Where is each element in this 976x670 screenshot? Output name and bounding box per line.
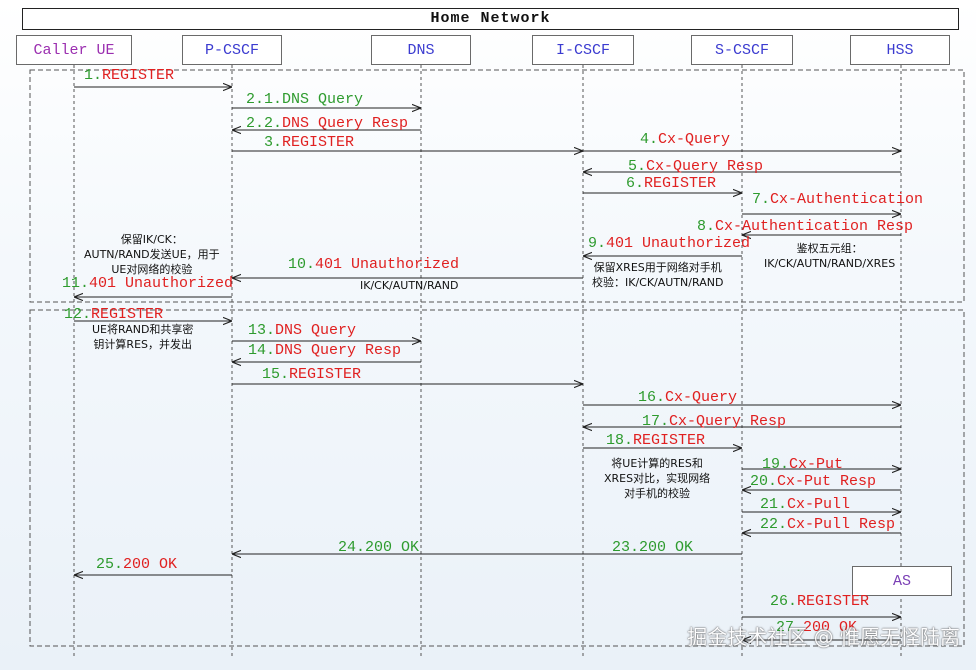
msg-label-15: 15.REGISTER (262, 366, 362, 383)
note-ik-ck-autn-rand: IK/CK/AUTN/RAND (360, 279, 459, 292)
msg-label-19: 19.Cx-Put (762, 456, 844, 473)
msg-label-24: 24.200 OK (338, 539, 420, 556)
msg-label-22: 22.Cx-Pull Resp (760, 516, 896, 533)
msg-label-25: 25.200 OK (96, 556, 178, 573)
diagram-title: Home Network (22, 8, 959, 30)
actor-p-cscf: P-CSCF (182, 35, 282, 65)
msg-label-21: 21.Cx-Pull (760, 496, 851, 513)
msg-label-2-1: 2.1.DNS Query (246, 91, 364, 108)
actor-caller-ue: Caller UE (16, 35, 132, 65)
msg-label-5: 5.Cx-Query Resp (628, 158, 764, 175)
actor-hss: HSS (850, 35, 950, 65)
note-ue-calc-res: UE将RAND和共享密 钥计算RES，并发出 (92, 323, 194, 351)
msg-label-6: 6.REGISTER (626, 175, 717, 192)
note-icscf-keep-xres: 保留XRES用于网络对手机 校验：IK/CK/AUTN/RAND (592, 261, 724, 289)
watermark: 掘金技术社区 @ 惟愿无怪陆离 (687, 625, 960, 649)
msg-label-17: 17.Cx-Query Resp (642, 413, 787, 430)
msg-label-18: 18.REGISTER (606, 432, 706, 449)
msg-label-7: 7.Cx-Authentication (752, 191, 924, 208)
msg-label-10: 10.401 Unauthorized (288, 256, 460, 273)
actor-as: AS (852, 566, 952, 596)
msg-label-26: 26.REGISTER (770, 593, 870, 610)
note-auth-vector: 鉴权五元组： IK/CK/AUTN/RAND/XRES (764, 242, 896, 270)
msg-label-8: 8.Cx-Authentication Resp (697, 218, 914, 235)
msg-label-2-2: 2.2.DNS Query Resp (246, 115, 409, 132)
msg-label-9: 9.401 Unauthorized (588, 235, 751, 252)
msg-label-23: 23.200 OK (612, 539, 694, 556)
actor-i-cscf: I-CSCF (532, 35, 634, 65)
note-compare-res-xres: 将UE计算的RES和 XRES对比，实现网络 对手机的校验 (604, 457, 711, 500)
msg-label-4: 4.Cx-Query (640, 131, 731, 148)
msg-label-11: 11.401 Unauthorized (62, 275, 234, 292)
lifelines (73, 65, 902, 658)
actor-s-cscf: S-CSCF (691, 35, 793, 65)
msg-label-3: 3.REGISTER (264, 134, 355, 151)
note-ue-keep-ik-ck: 保留IK/CK： AUTN/RAND发送UE，用于 UE对网络的校验 (84, 233, 220, 276)
msg-label-1: 1.REGISTER (84, 67, 175, 84)
arrows (74, 87, 901, 640)
msg-label-14: 14.DNS Query Resp (248, 342, 402, 359)
msg-label-20: 20.Cx-Put Resp (750, 473, 877, 490)
msg-label-12: 12.REGISTER (64, 306, 164, 323)
actor-dns: DNS (371, 35, 471, 65)
msg-label-16: 16.Cx-Query (638, 389, 738, 406)
msg-label-13: 13.DNS Query (248, 322, 357, 339)
